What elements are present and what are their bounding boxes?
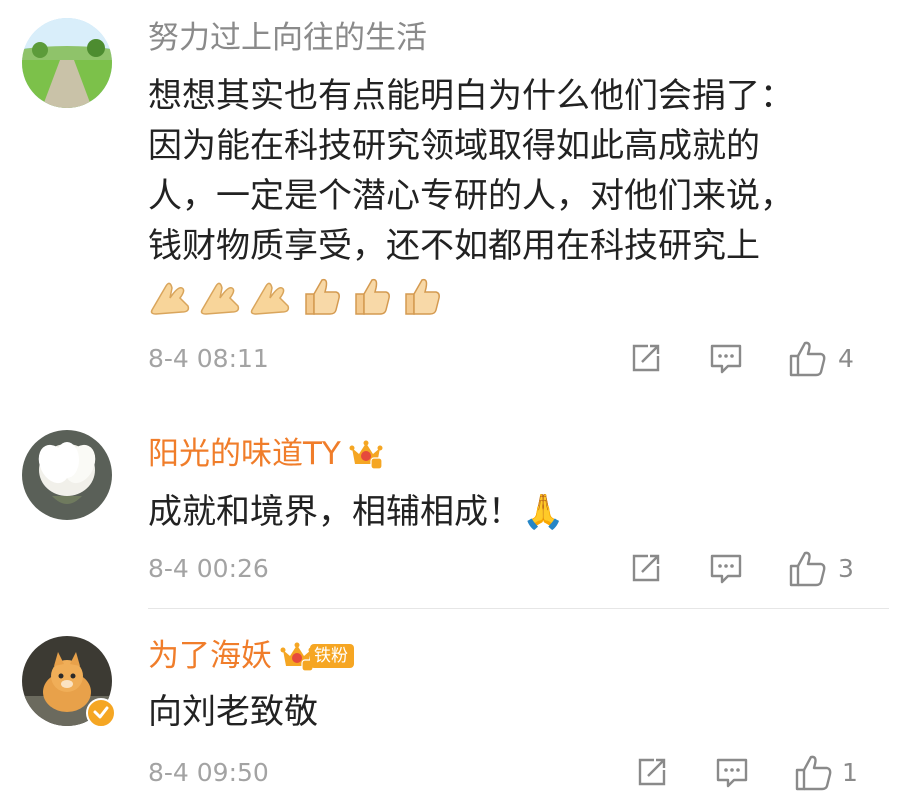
timestamp: 8-4 09:50 <box>148 758 269 787</box>
like-count: 4 <box>838 344 854 373</box>
like-count: 3 <box>838 554 854 583</box>
praying-hands-icon <box>250 282 290 315</box>
share-icon[interactable] <box>634 754 670 790</box>
timestamp: 8-4 08:11 <box>148 344 269 373</box>
comment-text-line: 想想其实也有点能明白为什么他们会捐了： <box>148 76 794 116</box>
username[interactable]: 努力过上向往的生活 <box>148 18 427 58</box>
like-icon[interactable] <box>788 550 828 588</box>
comment-item: 为了海妖 铁粉 向刘老致敬 8-4 09:50 1 <box>0 610 909 801</box>
username[interactable]: 为了海妖 铁粉 <box>148 636 354 676</box>
praying-hands-icon <box>200 282 240 315</box>
avatar[interactable] <box>22 18 112 108</box>
crown-badge-icon <box>280 642 314 672</box>
crown-badge-icon <box>349 440 383 470</box>
username-text: 为了海妖 <box>148 638 272 674</box>
share-icon[interactable] <box>628 550 664 586</box>
username-text: 阳光的味道TY <box>148 436 341 472</box>
divider <box>148 608 889 609</box>
share-icon[interactable] <box>628 340 664 376</box>
comment-text-line: 因为能在科技研究领域取得如此高成就的 <box>148 126 760 166</box>
like-icon[interactable] <box>794 754 834 792</box>
timestamp: 8-4 00:26 <box>148 554 269 583</box>
comment-meta: 8-4 09:50 1 <box>148 754 858 794</box>
comment-text: 成就和境界，相辅相成！🙏 <box>148 492 565 532</box>
comment-icon[interactable] <box>708 550 744 586</box>
username[interactable]: 阳光的味道TY <box>148 434 383 474</box>
like-count: 1 <box>842 758 858 787</box>
emoji-row <box>148 276 442 316</box>
fan-badge: 铁粉 <box>310 644 354 668</box>
praying-hands-icon <box>150 282 190 315</box>
comment-icon[interactable] <box>708 340 744 376</box>
comment-meta: 8-4 08:11 4 <box>148 340 858 380</box>
thumbs-up-icon <box>305 278 340 315</box>
comment-text-line: 人，一定是个潜心专研的人，对他们来说， <box>148 176 794 216</box>
thumbs-up-icon <box>355 278 390 315</box>
comment-meta: 8-4 00:26 3 <box>148 550 858 590</box>
comment-item: 阳光的味道TY 成就和境界，相辅相成！🙏 8-4 00:26 3 <box>0 400 909 610</box>
like-icon[interactable] <box>788 340 828 378</box>
verified-badge-icon <box>86 698 116 728</box>
avatar[interactable] <box>22 430 112 520</box>
comment-text-line: 钱财物质享受，还不如都用在科技研究上 <box>148 226 760 266</box>
thumbs-up-icon <box>405 278 440 315</box>
comment-item: 努力过上向往的生活 想想其实也有点能明白为什么他们会捐了： 因为能在科技研究领域… <box>0 0 909 400</box>
comment-icon[interactable] <box>714 754 750 790</box>
comment-text: 向刘老致敬 <box>148 692 318 732</box>
